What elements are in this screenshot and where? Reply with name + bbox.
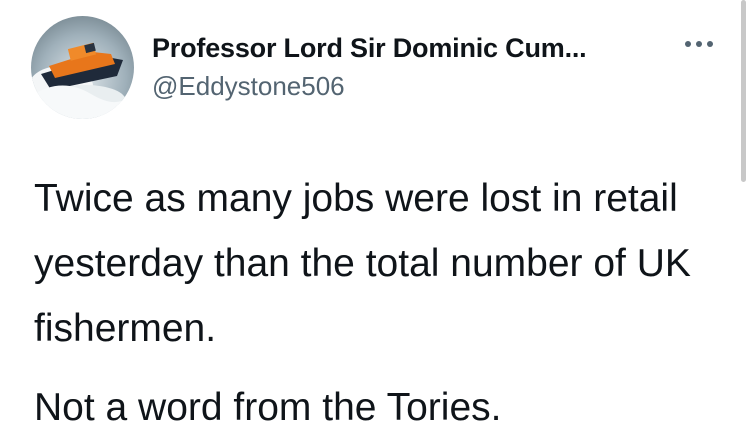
tweet-body: Twice as many jobs were lost in retail y… <box>34 166 714 440</box>
tweet-paragraph: Twice as many jobs were lost in retail y… <box>34 177 691 350</box>
lifeboat-avatar-icon <box>31 16 134 119</box>
more-options-icon <box>685 41 713 47</box>
author-handle[interactable]: @Eddystone506 <box>152 71 345 102</box>
more-options-button[interactable] <box>680 32 718 56</box>
scrollbar[interactable] <box>741 0 746 182</box>
tweet-paragraph: Not a word from the Tories. <box>34 386 502 429</box>
tweet-card: Professor Lord Sir Dominic Cum... @Eddys… <box>0 0 750 439</box>
author-display-name[interactable]: Professor Lord Sir Dominic Cum... <box>152 33 587 64</box>
author-avatar[interactable] <box>31 16 134 119</box>
